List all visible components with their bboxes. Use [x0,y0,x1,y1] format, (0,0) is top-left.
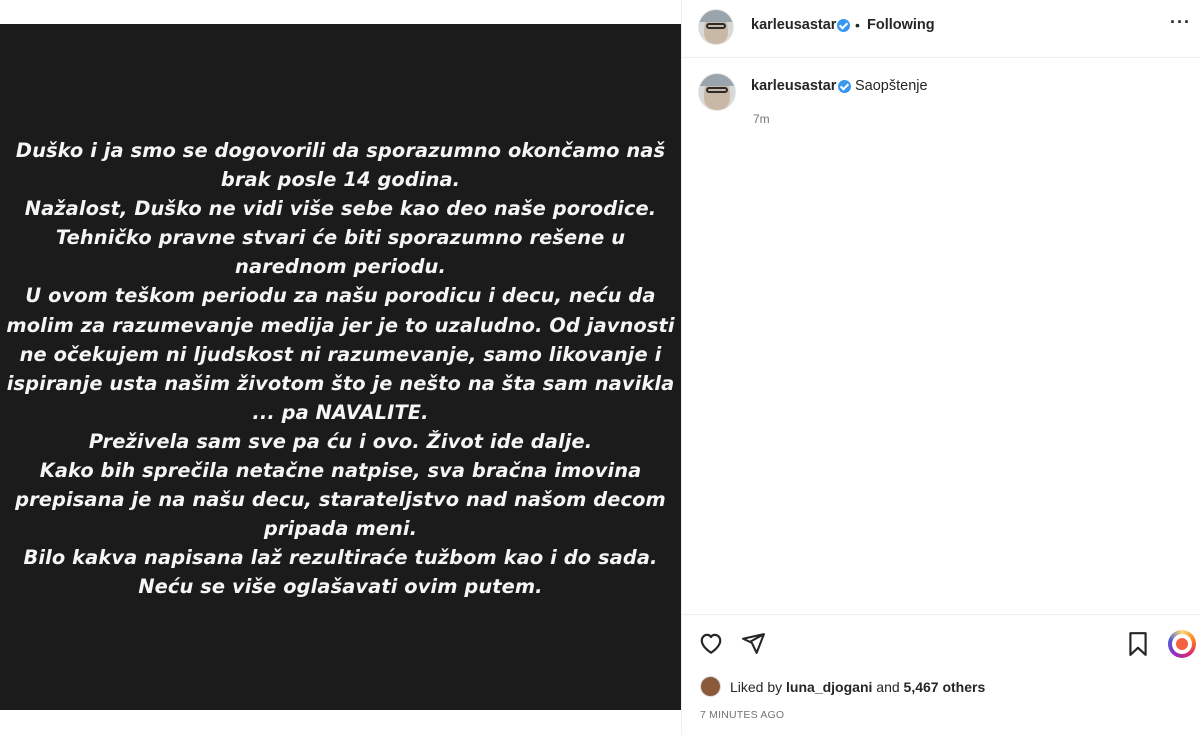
statement-line: pripada meni. [263,517,418,541]
bookmark-icon[interactable] [1127,631,1149,662]
username-link[interactable]: karleusastar [751,17,836,33]
caption-text: Saopštenje [855,78,928,94]
more-options-icon[interactable]: ··· [1170,12,1191,33]
statement-line: ne očekujem ni ljudskost ni razumevanje,… [19,342,662,366]
heart-icon[interactable] [698,630,724,661]
likes-prefix: Liked by [730,679,783,695]
post-sidebar: karleusastar • Following ··· karleusasta… [681,0,1200,735]
statement-line: Duško i ja smo se dogovorili da sporazum… [15,139,666,162]
liker-username-link[interactable]: luna_djogani [786,679,872,695]
send-icon[interactable] [741,631,766,661]
statement-line: ispiranje usta našim životom što je nešt… [6,371,675,395]
likes-others-link[interactable]: 5,467 others [904,679,986,695]
verified-badge-icon [837,19,850,32]
post-header: karleusastar • Following ··· [682,0,1200,58]
story-image[interactable]: Duško i ja smo se dogovorili da sporazum… [0,24,681,710]
likes-and: and [876,679,900,695]
caption-age[interactable]: 7m [753,112,770,126]
statement-line: narednom periodu. [235,255,446,279]
statement-line: ... pa NAVALITE. [252,400,429,424]
statement-text: Duško i ja smo se dogovorili da sporazum… [0,136,681,602]
gift-icon[interactable] [1168,630,1196,658]
liker-avatar[interactable] [700,676,721,697]
statement-line: U ovom teškom periodu za našu porodicu i… [25,284,656,308]
separator-dot: • [855,17,860,33]
statement-line: Nažalost, Duško ne vidi više sebe kao de… [24,197,657,221]
profile-avatar[interactable] [698,9,734,45]
verified-badge-icon [838,80,851,93]
statement-line: Bilo kakva napisana laž rezultiraće tužb… [23,546,658,570]
statement-line: Tehničko pravne stvari će biti sporazumn… [55,226,626,250]
statement-line: brak posle 14 godina. [220,168,461,192]
statement-line: Kako bih sprečila netačne natpise, sva b… [39,459,642,483]
caption-username-link[interactable]: karleusastar [751,78,836,94]
statement-line: prepisana je na našu decu, starateljstvo… [15,488,666,512]
post-media: Duško i ja smo se dogovorili da sporazum… [0,0,681,735]
post-timestamp[interactable]: 7 MINUTES AGO [700,709,784,721]
statement-line: Preživela sam sve pa ću i ovo. Život ide… [88,429,593,453]
statement-line: Neću se više oglašavati ovim putem. [138,575,543,599]
statement-line: molim za razumevanje medija jer je to uz… [6,313,675,337]
following-button[interactable]: Following [867,17,935,33]
divider [682,614,1200,615]
caption-avatar[interactable] [698,73,736,111]
